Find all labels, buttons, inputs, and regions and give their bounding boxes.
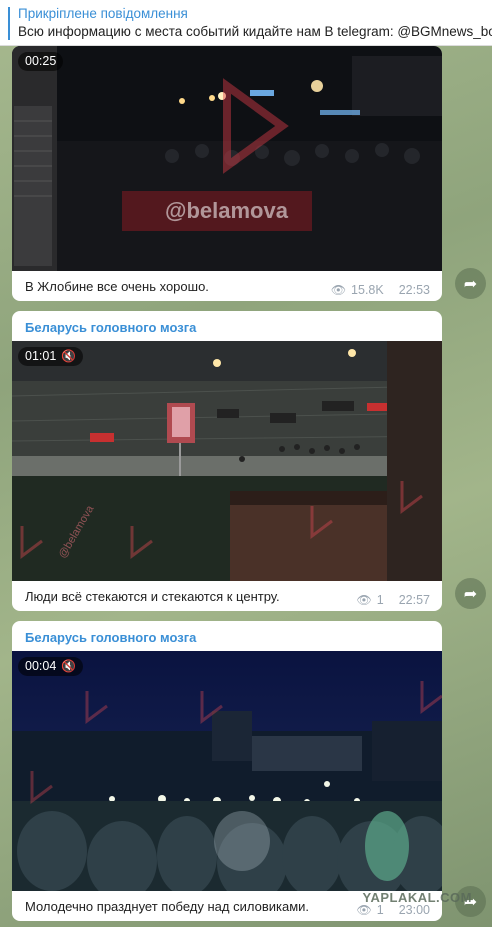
share-button-1[interactable]: ➦ — [455, 268, 486, 299]
share-icon: ➦ — [463, 585, 478, 603]
mute-icon[interactable]: 🔇 — [61, 657, 76, 676]
site-watermark: YAPLAKAL.COM — [362, 890, 472, 905]
share-icon: ➦ — [463, 275, 478, 293]
duration-text-3: 00:04 — [25, 659, 57, 673]
eye-icon: 👁 — [356, 903, 372, 917]
message-meta-1: 👁 15.8K 22:53 — [331, 283, 430, 297]
views-count-3: 1 — [376, 903, 384, 917]
message-caption-1: В Жлобине все очень хорошо. — [25, 279, 209, 294]
message-caption-2: Люди всё стекаются и стекаются к центру. — [25, 589, 280, 604]
views-count-1: 15.8K — [351, 283, 384, 297]
message-meta-3: 👁 1 23:00 — [357, 903, 430, 917]
mute-icon[interactable]: 🔇 — [61, 347, 76, 366]
channel-name-3[interactable]: Беларусь головного мозга — [12, 621, 442, 651]
video-frame-3 — [12, 651, 442, 891]
pinned-message-bar[interactable]: Прикріплене повідомлення Всю информацию … — [0, 0, 492, 46]
video-duration-1: 00:25 — [18, 52, 64, 71]
share-button-2[interactable]: ➦ — [455, 578, 486, 609]
video-preview-3[interactable]: 00:04 🔇 — [12, 651, 442, 891]
message-meta-2: 👁 1 22:57 — [357, 593, 430, 607]
message-2: Беларусь головного мозга 01:01 🔇 @belamo… — [12, 311, 442, 611]
message-footer-2: Люди всё стекаются и стекаются к центру.… — [12, 581, 442, 611]
message-3: Беларусь головного мозга 00:04 🔇 Молодеч… — [12, 621, 442, 921]
video-preview-2[interactable]: 01:01 🔇 @belamova — [12, 341, 442, 581]
message-footer-1: В Жлобине все очень хорошо. 👁 15.8K 22:5… — [12, 271, 442, 301]
pinned-title: Прикріплене повідомлення — [18, 6, 188, 21]
eye-icon: 👁 — [356, 593, 372, 607]
video-watermark-1: @belamova — [165, 198, 288, 223]
pinned-accent-bar — [8, 7, 10, 40]
views-count-2: 1 — [376, 593, 384, 607]
video-frame-2 — [12, 341, 442, 581]
message-time-1: 22:53 — [398, 283, 430, 297]
duration-text-1: 00:25 — [25, 54, 57, 68]
video-duration-3: 00:04 🔇 — [18, 657, 84, 676]
video-frame-1 — [12, 46, 442, 271]
channel-name-2[interactable]: Беларусь головного мозга — [12, 311, 442, 341]
message-time-3: 23:00 — [398, 903, 430, 917]
video-preview-1[interactable]: 00:25 @belamova — [12, 46, 442, 271]
message-1: 00:25 @belamova В Жлобине все очень хоро… — [12, 46, 442, 301]
message-caption-3: Молодечно празднует победу над силовикам… — [25, 899, 310, 914]
message-time-2: 22:57 — [398, 593, 430, 607]
duration-text-2: 01:01 — [25, 349, 57, 363]
pinned-text: Всю информацию с места событий кидайте н… — [18, 24, 492, 39]
eye-icon: 👁 — [330, 283, 347, 297]
video-duration-2: 01:01 🔇 — [18, 347, 84, 366]
